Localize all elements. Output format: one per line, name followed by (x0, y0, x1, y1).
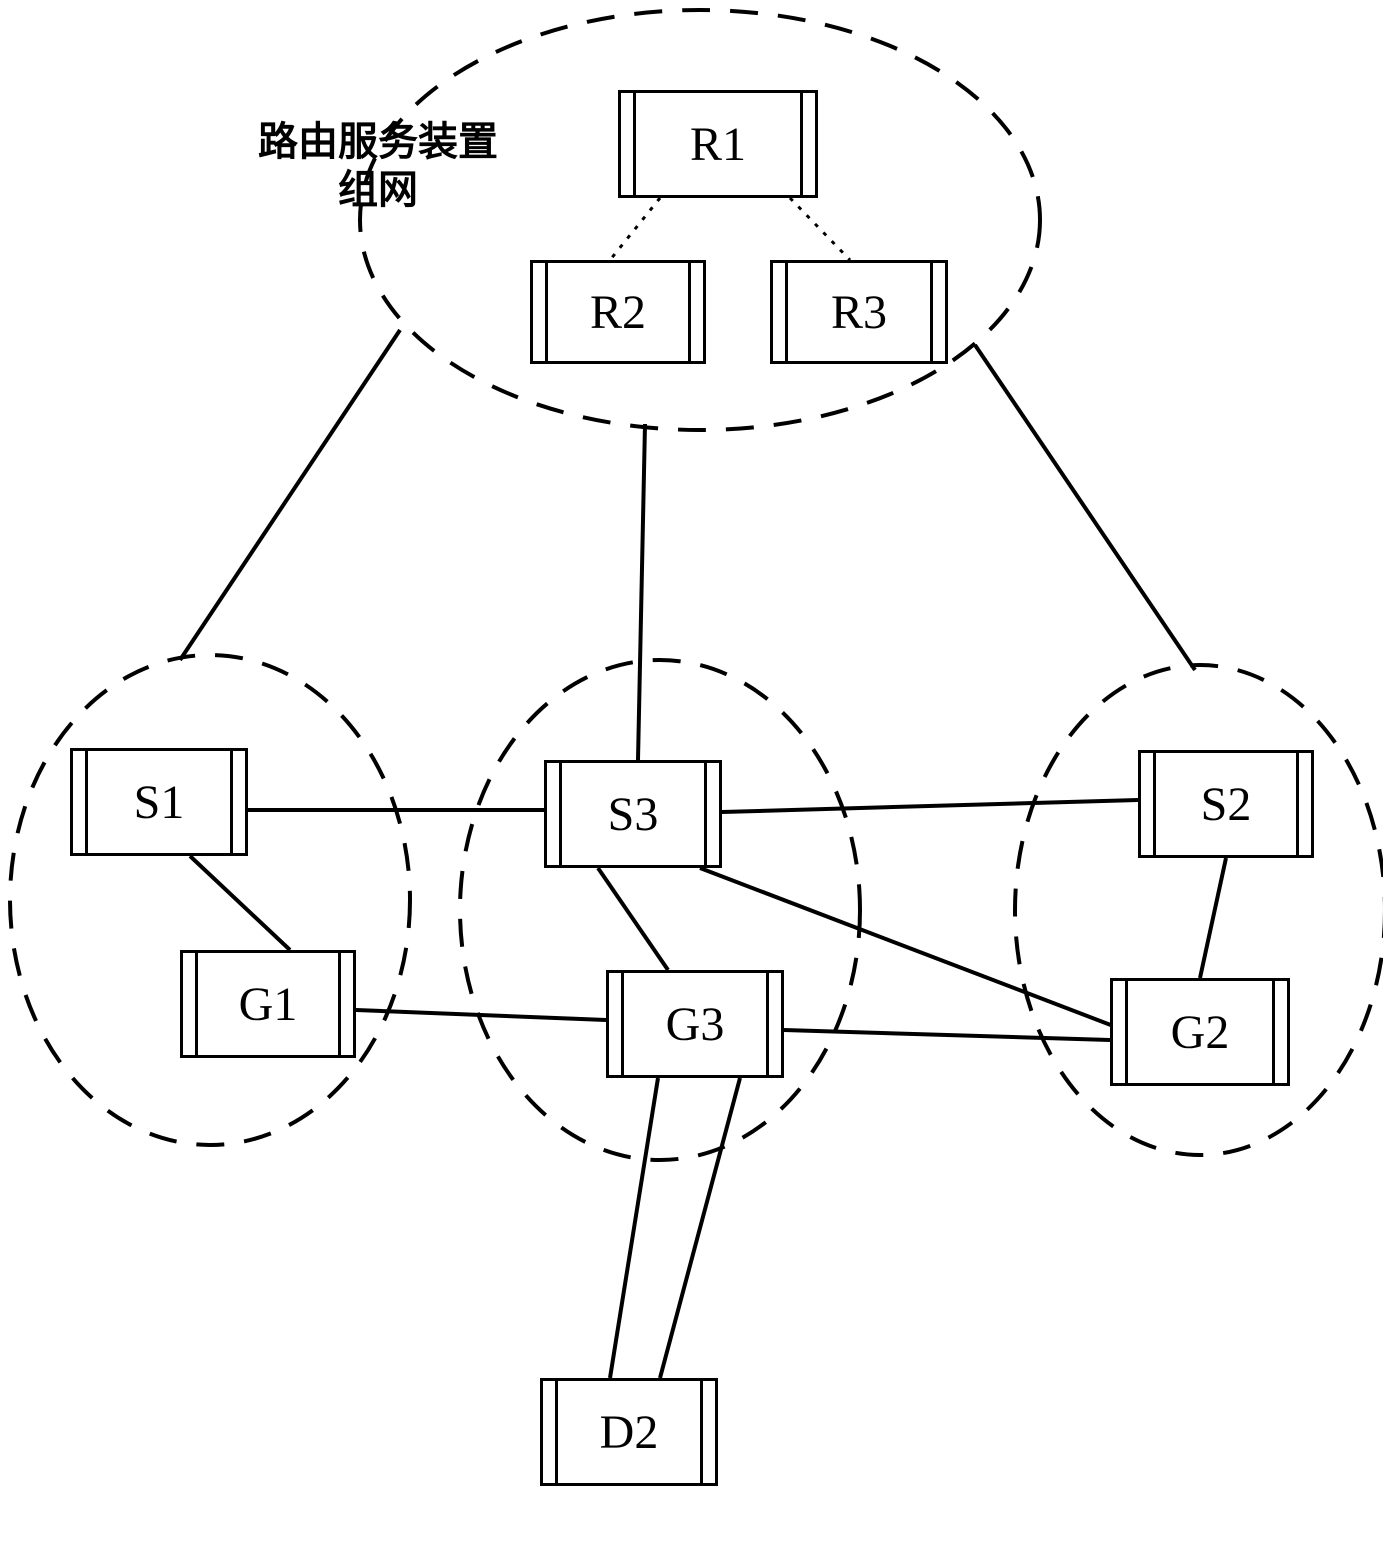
group-ellipse-0 (360, 10, 1040, 430)
edge-dotted-R1-R3 (790, 198, 850, 260)
node-label: R1 (690, 117, 746, 172)
edge-S3_right-S2_left (722, 800, 1138, 812)
node-label: S2 (1201, 777, 1252, 832)
node-label: S3 (608, 787, 659, 842)
title-line-0: 路由服务装置 (258, 118, 498, 166)
node-S2: S2 (1138, 750, 1314, 858)
edge-ellipse0_bot-ellipse2_top (638, 424, 645, 760)
node-R2: R2 (530, 260, 706, 364)
node-R1: R1 (618, 90, 818, 198)
edge-S1_bot-G1_top (190, 856, 290, 950)
node-label: G1 (239, 977, 298, 1032)
edge-G3_right-G2_left (784, 1030, 1110, 1040)
group-ellipse-1 (10, 655, 410, 1145)
node-G1: G1 (180, 950, 356, 1058)
edge-ellipse0_left-ellipse1_top (180, 330, 400, 660)
node-label: G2 (1171, 1005, 1230, 1060)
node-label: G3 (666, 997, 725, 1052)
node-G3: G3 (606, 970, 784, 1078)
edge-ellipse0_right-ellipse3_top (975, 345, 1195, 670)
title-line-1: 组网 (258, 166, 498, 214)
node-label: D2 (600, 1405, 659, 1460)
edge-S2_bot-G2_top (1200, 858, 1226, 978)
node-label: S1 (134, 775, 185, 830)
diagram-title: 路由服务装置组网 (258, 118, 498, 214)
edge-G3_bot_b-D2_top_b (660, 1078, 740, 1378)
node-S1: S1 (70, 748, 248, 856)
edge-S3_bot_a-G3_top_a (598, 868, 668, 970)
edge-G3_bot_a-D2_top (610, 1078, 658, 1378)
node-G2: G2 (1110, 978, 1290, 1086)
group-ellipse-2 (460, 660, 860, 1160)
node-label: R3 (831, 285, 887, 340)
node-label: R2 (590, 285, 646, 340)
node-S3: S3 (544, 760, 722, 868)
node-R3: R3 (770, 260, 948, 364)
node-D2: D2 (540, 1378, 718, 1486)
edge-dotted-R1-R2 (610, 198, 660, 260)
